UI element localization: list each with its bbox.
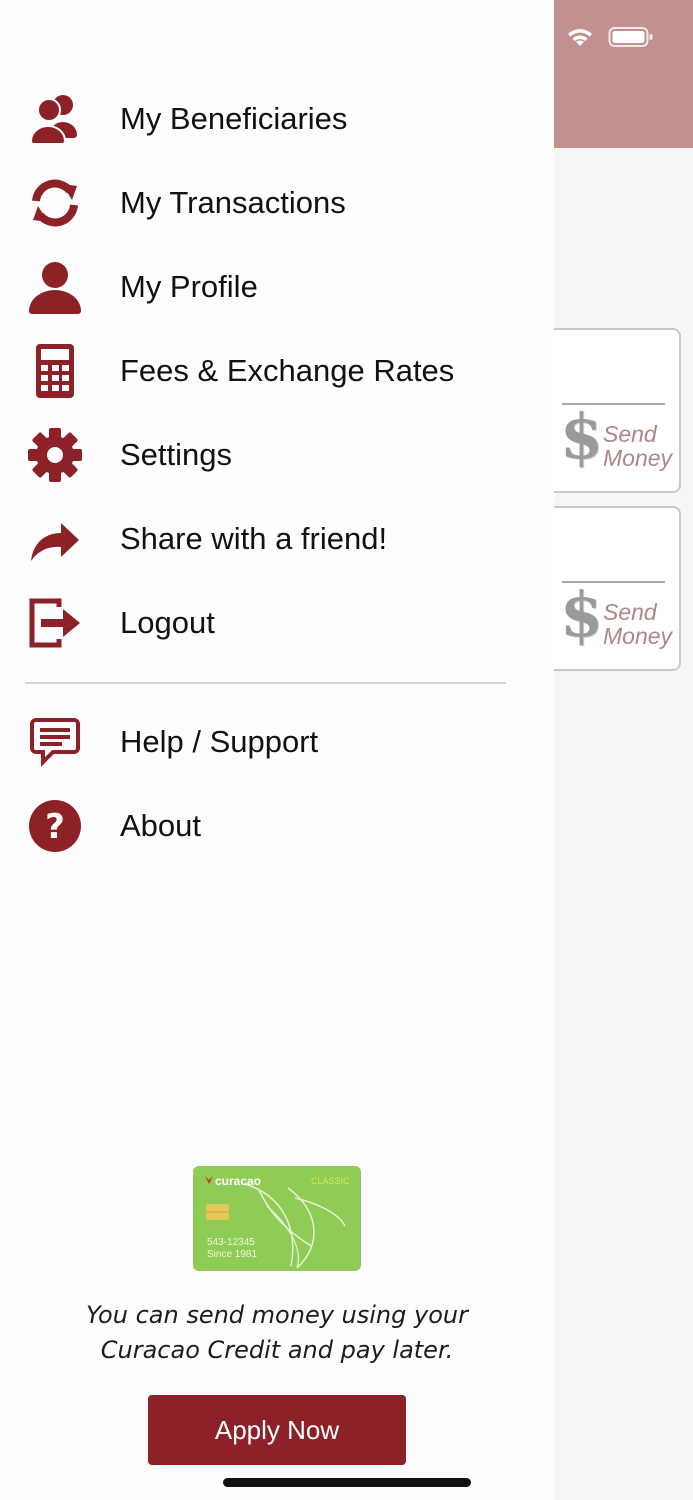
menu-item-label: My Beneficiaries [120,101,348,136]
user-icon [27,259,83,315]
menu-item-help-support[interactable]: Help / Support [0,700,554,784]
card-number: 543-12345 [207,1237,255,1248]
card-brand: curacao [215,1174,261,1188]
menu-item-transactions[interactable]: My Transactions [0,161,554,245]
menu-item-label: Fees & Exchange Rates [120,353,455,388]
menu-item-logout[interactable]: Logout [0,581,554,665]
credit-card-image: curacao CLASSIC 543-12345 Since 1981 [193,1166,361,1271]
menu-item-fees-rates[interactable]: Fees & Exchange Rates [0,329,554,413]
card-tier: CLASSIC [311,1176,350,1186]
chat-icon [27,714,83,770]
wifi-icon [566,26,594,52]
menu-item-share[interactable]: Share with a friend! [0,497,554,581]
share-icon [27,511,83,567]
card-since: Since 1981 [207,1249,257,1260]
menu-item-label: My Profile [120,269,258,304]
apply-now-button[interactable]: Apply Now [148,1395,406,1465]
menu-item-about[interactable]: ? About [0,784,554,868]
dollar-icon: $ [560,400,604,473]
users-icon [27,91,83,147]
menu-item-profile[interactable]: My Profile [0,245,554,329]
send-money-label[interactable]: Send Money [603,422,672,470]
send-money-label[interactable]: Send Money [603,600,672,648]
promo-message: You can send money using your Curacao Cr… [86,1301,468,1364]
menu-item-label: Help / Support [120,724,319,759]
menu-item-label: About [120,808,202,843]
menu-item-label: Settings [120,437,233,472]
question-icon: ? [27,798,83,854]
status-bar [566,26,654,52]
svg-text:?: ? [45,807,65,847]
navigation-drawer: My Beneficiaries My Transactions My Prof… [0,0,554,1500]
menu-divider [25,682,506,684]
gear-icon [27,427,83,483]
menu-item-beneficiaries[interactable]: My Beneficiaries [0,77,554,161]
calculator-icon [27,343,83,399]
refresh-icon [27,175,83,231]
menu-item-label: Logout [120,605,215,640]
menu-item-label: Share with a friend! [120,521,388,556]
dollar-icon: $ [560,578,604,651]
home-indicator[interactable] [223,1478,471,1487]
menu-item-settings[interactable]: Settings [0,413,554,497]
menu-item-label: My Transactions [120,185,346,220]
logout-icon [27,595,83,651]
battery-icon [608,26,654,52]
